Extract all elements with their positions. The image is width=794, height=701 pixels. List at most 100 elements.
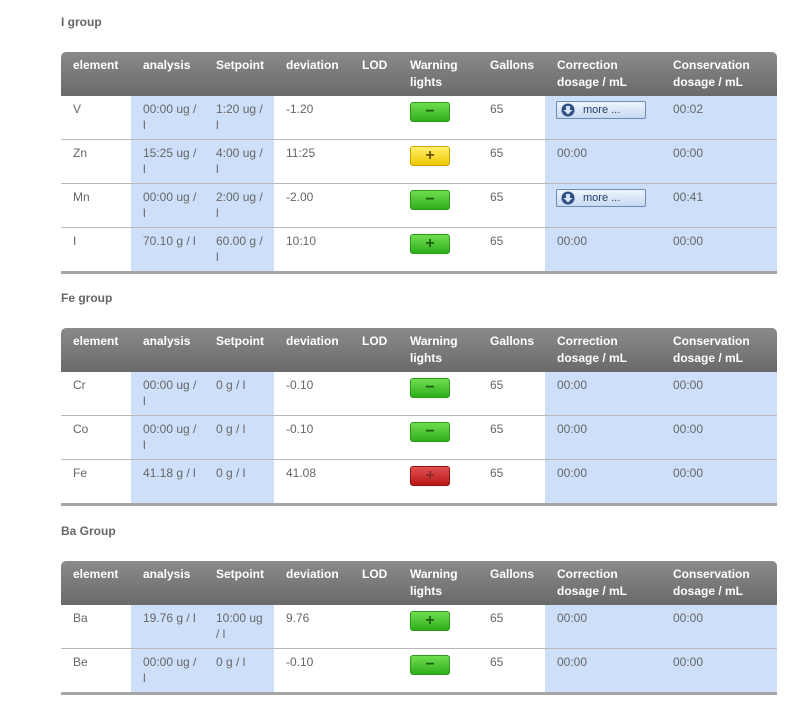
column-header[interactable]: element — [61, 561, 131, 605]
lod-cell — [350, 648, 398, 695]
analysis-cell: 19.76 g / l — [131, 605, 204, 648]
lod-cell — [350, 605, 398, 648]
warning-light-green[interactable]: − — [410, 378, 450, 398]
element-cell: I — [61, 227, 131, 274]
warning-light-green[interactable]: − — [410, 422, 450, 442]
column-header[interactable]: element — [61, 52, 131, 96]
analysis-cell: 00:00 ug / l — [131, 372, 204, 415]
warning-light-red[interactable]: + — [410, 466, 450, 486]
warning-light-green[interactable]: − — [410, 190, 450, 210]
column-header[interactable]: Conservation dosage / mL — [661, 328, 777, 372]
column-header[interactable]: Setpoint — [204, 561, 274, 605]
column-header[interactable]: Correction dosage / mL — [545, 561, 661, 605]
column-header[interactable]: Correction dosage / mL — [545, 52, 661, 96]
table-row: Zn 15:25 ug / l 4:00 ug / l 11:25 +65 00:00 00… — [61, 139, 777, 183]
column-header[interactable]: deviation — [274, 328, 350, 372]
column-header[interactable]: Conservation dosage / mL — [661, 52, 777, 96]
lod-cell — [350, 459, 398, 506]
lod-cell — [350, 183, 398, 227]
warning-light-green[interactable]: + — [410, 611, 450, 631]
correction-cell: more ... — [545, 96, 661, 139]
column-header[interactable]: deviation — [274, 52, 350, 96]
column-header[interactable]: Warning lights — [398, 52, 478, 96]
table-row: V 00:00 ug / l 1:20 ug / l -1.20 − 65 more ...… — [61, 96, 777, 139]
lod-cell — [350, 96, 398, 139]
warning-light-yellow[interactable]: + — [410, 146, 450, 166]
column-header[interactable]: Correction dosage / mL — [545, 328, 661, 372]
gallons-cell: 65 — [478, 227, 545, 274]
more-button[interactable]: more ... — [556, 101, 646, 119]
column-header[interactable]: analysis — [131, 328, 204, 372]
gallons-cell: 65 — [478, 459, 545, 506]
column-header[interactable]: element — [61, 328, 131, 372]
conservation-cell: 00:00 — [661, 415, 777, 459]
table-row: Ba 19.76 g / l 10:00 ug / l 9.76 +65 00:00 00:… — [61, 605, 777, 648]
warning-light-green[interactable]: + — [410, 234, 450, 254]
column-header[interactable]: Setpoint — [204, 52, 274, 96]
conservation-cell: 00:00 — [661, 372, 777, 415]
analysis-cell: 00:00 ug / l — [131, 183, 204, 227]
column-header[interactable]: Warning lights — [398, 328, 478, 372]
setpoint-cell: 1:20 ug / l — [204, 96, 274, 139]
table-row: Be 00:00 ug / l0 g / l -0.10 − 65 00:00 00:00 — [61, 648, 777, 695]
column-header[interactable]: LOD — [350, 52, 398, 96]
warning-cell: − — [398, 372, 478, 415]
group-table: element analysis Setpoint deviation LOD Warni… — [61, 328, 777, 506]
gallons-cell: 65 — [478, 648, 545, 695]
correction-cell: 00:00 — [545, 139, 661, 183]
deviation-cell: 10:10 — [274, 227, 350, 274]
table-row: I 70.10 g / l 60.00 g / l 10:10 +65 00:00 00:0… — [61, 227, 777, 274]
column-header[interactable]: deviation — [274, 561, 350, 605]
download-arrow-icon — [561, 191, 575, 205]
conservation-cell: 00:00 — [661, 459, 777, 506]
correction-value: 00:00 — [557, 146, 588, 160]
header-row: element analysis Setpoint deviation LOD Warni… — [61, 561, 777, 605]
correction-value: 00:00 — [557, 466, 588, 480]
gallons-cell: 65 — [478, 415, 545, 459]
setpoint-cell: 0 g / l — [204, 372, 274, 415]
warning-cell: + — [398, 227, 478, 274]
more-button[interactable]: more ... — [556, 189, 646, 207]
deviation-cell: -2.00 — [274, 183, 350, 227]
warning-cell: + — [398, 139, 478, 183]
column-header[interactable]: LOD — [350, 328, 398, 372]
warning-cell: − — [398, 183, 478, 227]
gallons-cell: 65 — [490, 611, 504, 625]
column-header[interactable]: Gallons — [478, 561, 545, 605]
correction-cell: 00:00 — [545, 459, 661, 506]
element-cell: V — [73, 102, 82, 116]
gallons-cell: 65 — [490, 378, 504, 392]
gallons-cell: 65 — [478, 139, 545, 183]
group-title: Ba Group — [61, 524, 116, 538]
column-header[interactable]: Setpoint — [204, 328, 274, 372]
setpoint-cell: 4:00 ug / l — [204, 139, 274, 183]
column-header[interactable]: Gallons — [478, 328, 545, 372]
lod-cell — [350, 415, 398, 459]
column-header[interactable]: Conservation dosage / mL — [661, 561, 777, 605]
table-row: Fe 41.18 g / l0 g / l 41.08 +65 00:00 00:00 — [61, 459, 777, 506]
setpoint-cell: 0 g / l — [204, 459, 274, 506]
warning-cell: − — [398, 96, 478, 139]
correction-value: 00:00 — [557, 611, 588, 625]
table-row: Cr 00:00 ug / l0 g / l -0.10 − 65 00:00 00:00 — [61, 372, 777, 415]
column-header[interactable]: analysis — [131, 52, 204, 96]
correction-value: 00:00 — [557, 234, 588, 248]
column-header[interactable]: Gallons — [478, 52, 545, 96]
warning-cell: + — [398, 605, 478, 648]
element-cell: Ba — [73, 611, 88, 625]
warning-light-green[interactable]: − — [410, 655, 450, 675]
deviation-cell: 9.76 — [286, 611, 310, 625]
correction-cell: 00:00 — [545, 227, 661, 274]
warning-light-green[interactable]: − — [410, 102, 450, 122]
setpoint-cell: 10:00 ug / l — [204, 605, 274, 648]
download-arrow-icon — [561, 103, 575, 117]
group-table: element analysis Setpoint deviation LOD Warni… — [61, 52, 777, 274]
deviation-cell: -0.10 — [274, 648, 350, 695]
column-header[interactable]: LOD — [350, 561, 398, 605]
conservation-cell: 00:02 — [661, 96, 777, 139]
column-header[interactable]: analysis — [131, 561, 204, 605]
deviation-cell: -1.20 — [286, 102, 314, 116]
analysis-cell: 00:00 ug / l — [131, 415, 204, 459]
setpoint-cell: 2:00 ug / l — [204, 183, 274, 227]
column-header[interactable]: Warning lights — [398, 561, 478, 605]
